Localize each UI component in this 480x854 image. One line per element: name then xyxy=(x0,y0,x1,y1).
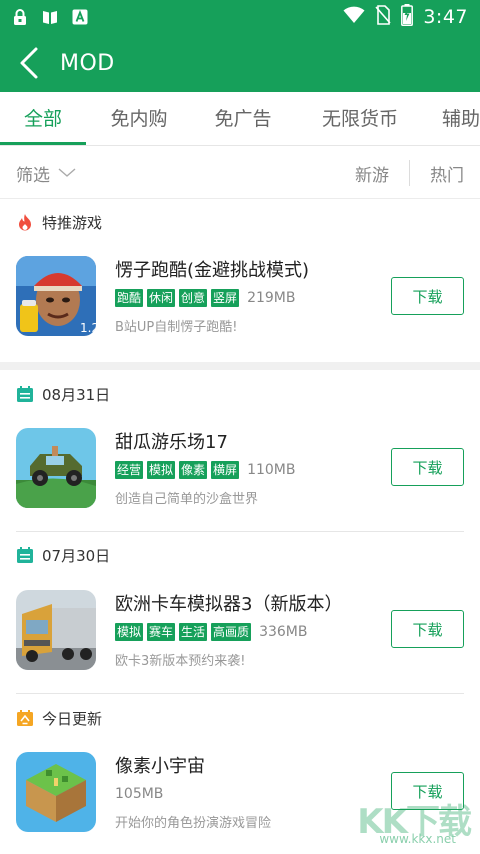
tag: 创意 xyxy=(179,289,208,307)
app-meta: 跑酷 休闲 创意 竖屏 219MB xyxy=(115,288,295,308)
app-icon[interactable] xyxy=(16,752,96,832)
page-title: MOD xyxy=(60,50,115,76)
watermark: KK下载 www.kkx.net xyxy=(344,794,474,850)
filter-label: 筛选 xyxy=(16,165,50,186)
tag: 模拟 xyxy=(147,461,176,479)
section-title: 08月31日 xyxy=(42,385,111,404)
tab-no-ads[interactable]: 免广告 xyxy=(200,92,286,145)
category-tabs: 全部 免内购 免广告 无限货币 辅助 xyxy=(0,92,480,146)
list-item[interactable]: 欧洲卡车模拟器3（新版本） 模拟 赛车 生活 高画质 336MB 欧卡3新版本预… xyxy=(0,590,480,672)
app-icon[interactable] xyxy=(16,428,96,508)
section-divider xyxy=(0,362,480,370)
tag: 模拟 xyxy=(115,623,144,641)
section-header-featured: 特推游戏 xyxy=(16,210,102,234)
tab-assist[interactable]: 辅助 xyxy=(442,92,480,145)
download-button[interactable]: 下载 xyxy=(391,610,464,648)
app-name[interactable]: 甜瓜游乐场17 xyxy=(115,428,228,454)
tag: 跑酷 xyxy=(115,289,144,307)
watermark-url: www.kkx.net xyxy=(379,832,456,846)
today-icon xyxy=(16,709,34,727)
status-bar: 3:47 xyxy=(0,0,480,34)
section-header-date: 08月31日 xyxy=(16,382,110,406)
book-icon xyxy=(42,9,58,25)
app-description: 开始你的角色扮演游戏冒险 xyxy=(115,816,272,831)
tag: 像素 xyxy=(179,461,208,479)
divider xyxy=(409,160,410,186)
app-meta: 模拟 赛车 生活 高画质 336MB xyxy=(115,622,307,642)
section-header-today: 今日更新 xyxy=(16,706,102,730)
active-tab-indicator xyxy=(0,142,86,145)
tag: 高画质 xyxy=(211,623,252,641)
section-title: 特推游戏 xyxy=(42,213,103,232)
tag: 横屏 xyxy=(211,461,240,479)
filter-bar: 筛选 新游 热门 xyxy=(0,147,480,199)
tag: 休闲 xyxy=(147,289,176,307)
app-size: 219MB xyxy=(247,290,296,306)
app-description: 创造自己简单的沙盒世界 xyxy=(115,492,259,507)
section-title: 07月30日 xyxy=(42,546,111,565)
app-description: 欧卡3新版本预约来袭! xyxy=(115,654,246,669)
flame-icon xyxy=(16,213,34,231)
no-sim-icon xyxy=(375,5,391,29)
list-item[interactable]: 1.2 愣子跑酷(金避挑战模式) 跑酷 休闲 创意 竖屏 219MB B站UP自… xyxy=(0,256,480,338)
chevron-down-icon xyxy=(58,168,76,177)
calendar-icon xyxy=(16,385,34,403)
tab-no-iap[interactable]: 免内购 xyxy=(96,92,182,145)
back-button[interactable] xyxy=(4,34,54,92)
tag: 赛车 xyxy=(147,623,176,641)
download-button[interactable]: 下载 xyxy=(391,277,464,315)
app-icon[interactable] xyxy=(16,590,96,670)
tag: 生活 xyxy=(179,623,208,641)
chevron-left-icon xyxy=(20,47,38,79)
calendar-icon xyxy=(16,546,34,564)
app-name[interactable]: 欧洲卡车模拟器3（新版本） xyxy=(115,590,342,616)
svg-text:1.2: 1.2 xyxy=(80,321,96,335)
lock-icon xyxy=(12,9,28,25)
app-name[interactable]: 像素小宇宙 xyxy=(115,752,205,778)
wifi-icon xyxy=(343,6,365,28)
app-meta: 经营 模拟 像素 横屏 110MB xyxy=(115,460,295,480)
tab-all[interactable]: 全部 xyxy=(0,92,86,145)
sort-hot-button[interactable]: 热门 xyxy=(430,161,464,186)
tab-unlimited-currency[interactable]: 无限货币 xyxy=(310,92,410,145)
app-size: 105MB xyxy=(115,786,164,802)
section-title: 今日更新 xyxy=(42,709,103,728)
app-size: 110MB xyxy=(247,462,296,478)
divider xyxy=(16,693,464,694)
tag: 竖屏 xyxy=(211,289,240,307)
sort-new-button[interactable]: 新游 xyxy=(355,161,389,186)
app-icon[interactable]: 1.2 xyxy=(16,256,96,336)
download-button[interactable]: 下载 xyxy=(391,448,464,486)
battery-charging-icon xyxy=(401,4,414,30)
section-header-date: 07月30日 xyxy=(16,543,110,567)
app-name[interactable]: 愣子跑酷(金避挑战模式) xyxy=(115,256,309,282)
app-bar: MOD xyxy=(0,34,480,92)
text-a-icon xyxy=(72,9,88,25)
clock-time: 3:47 xyxy=(423,6,468,28)
app-description: B站UP自制愣子跑酷! xyxy=(115,320,238,335)
filter-dropdown[interactable]: 筛选 xyxy=(16,147,76,199)
list-item[interactable]: 甜瓜游乐场17 经营 模拟 像素 横屏 110MB 创造自己简单的沙盒世界 下载 xyxy=(0,428,480,510)
divider xyxy=(16,531,464,532)
app-meta: 105MB xyxy=(115,784,163,804)
tag: 经营 xyxy=(115,461,144,479)
app-size: 336MB xyxy=(259,624,308,640)
